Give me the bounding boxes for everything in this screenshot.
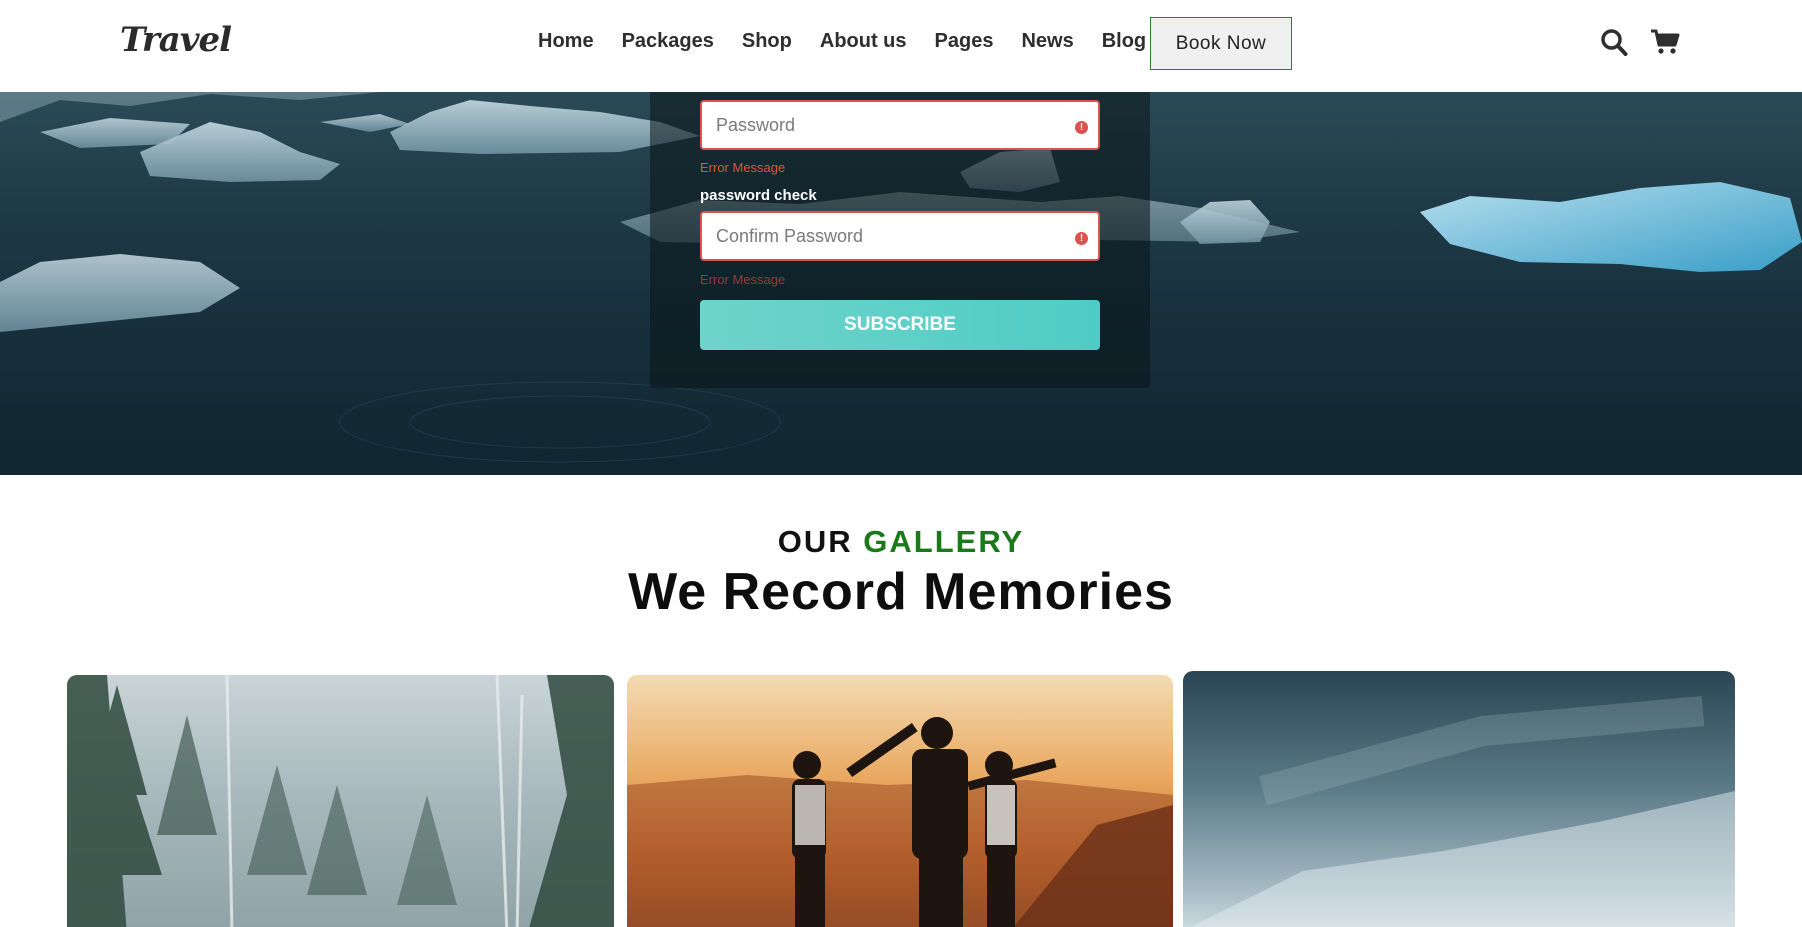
nav-home[interactable]: Home <box>538 30 594 53</box>
password-field[interactable]: ! <box>700 100 1100 150</box>
nav-pages[interactable]: Pages <box>935 30 994 53</box>
gallery-kicker-prefix: OUR <box>777 524 853 559</box>
book-now-button[interactable]: Book Now <box>1150 17 1292 70</box>
main-nav: Home Packages Shop About us Pages News B… <box>538 30 1174 53</box>
password-error-message: Error Message <box>700 160 786 175</box>
confirm-password-error-message: Error Message <box>700 272 786 287</box>
password-input[interactable] <box>702 102 1098 148</box>
misty-forest-photo <box>67 675 614 927</box>
error-icon: ! <box>1075 121 1088 134</box>
confirm-password-input[interactable] <box>702 213 1098 259</box>
confirm-password-label: password check <box>700 187 817 204</box>
error-icon: ! <box>1075 232 1088 245</box>
friends-sunset-photo <box>627 717 1173 927</box>
subscribe-button[interactable]: SUBSCRIBE <box>700 300 1100 350</box>
navbar: Travel Home Packages Shop About us Pages… <box>0 0 1802 92</box>
nav-packages[interactable]: Packages <box>622 30 714 53</box>
cart-icon[interactable] <box>1650 28 1680 56</box>
search-icon[interactable] <box>1600 28 1628 58</box>
nav-about-us[interactable]: About us <box>820 30 907 53</box>
gallery-card-sky[interactable] <box>1183 671 1735 927</box>
confirm-password-field[interactable]: ! <box>700 211 1100 261</box>
gallery-title: We Record Memories <box>628 563 1174 621</box>
nav-shop[interactable]: Shop <box>742 30 792 53</box>
site-logo[interactable]: Travel <box>120 20 232 60</box>
gallery-kicker: OUR GALLERY <box>0 524 1802 560</box>
gallery-card-friends-sunset[interactable] <box>627 675 1173 927</box>
nav-news[interactable]: News <box>1021 30 1073 53</box>
nav-blog[interactable]: Blog <box>1102 30 1146 53</box>
gallery-card-forest[interactable] <box>67 675 614 927</box>
hero-banner: ! Error Message password check ! Error M… <box>0 92 1802 475</box>
sky-photo <box>1191 696 1735 927</box>
gallery-kicker-accent: GALLERY <box>863 524 1025 559</box>
